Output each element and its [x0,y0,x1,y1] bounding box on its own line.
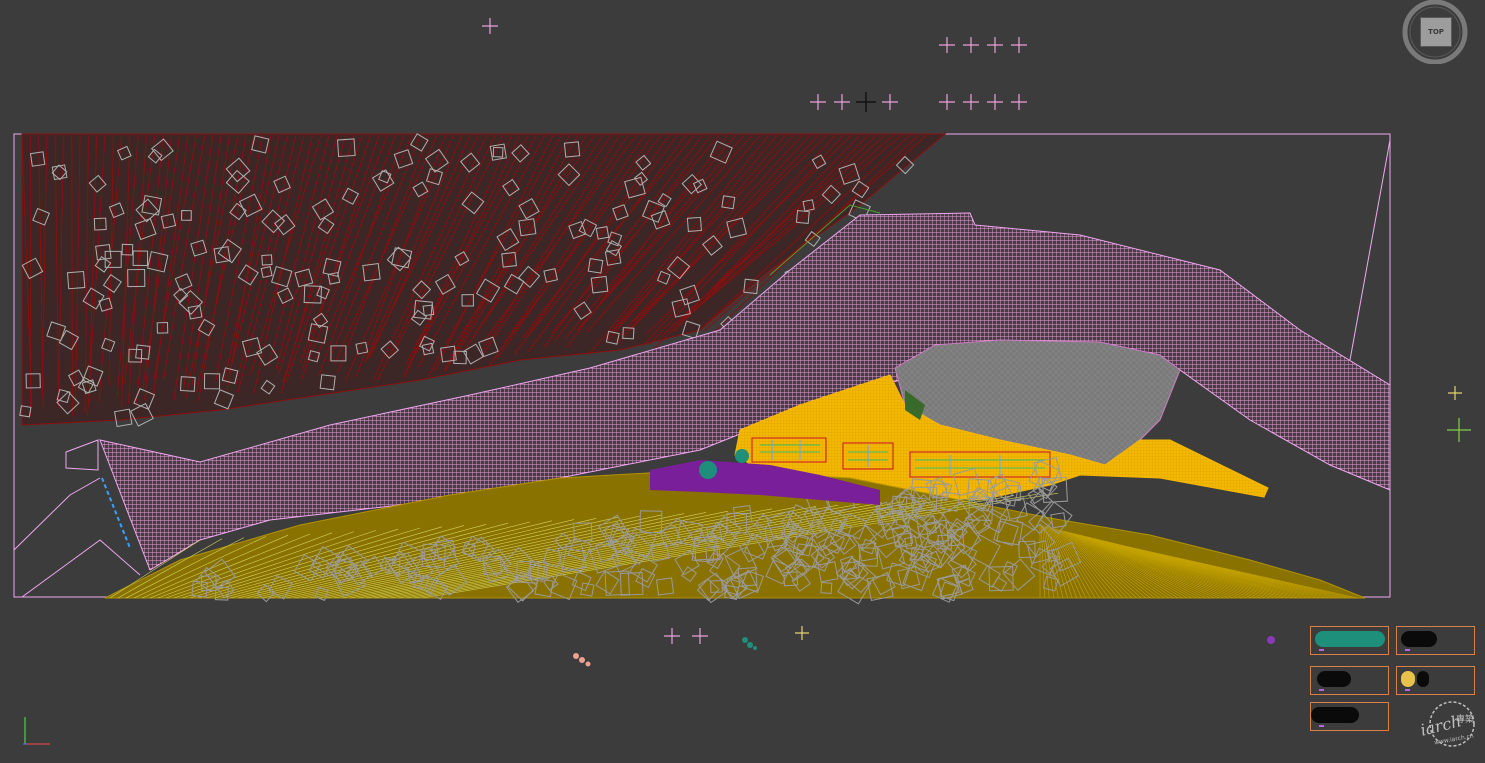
point-helper-icon[interactable] [987,37,1003,53]
point-helper-icon[interactable] [810,94,826,110]
point-helper-icon[interactable] [939,94,955,110]
green-cross[interactable] [1447,418,1471,442]
point-helper-icon[interactable] [834,94,850,110]
scene-canvas[interactable] [0,0,1485,763]
salmon-object[interactable] [573,653,591,667]
axis-gizmo-icon [23,717,50,745]
point-helper-icon[interactable] [1011,94,1027,110]
point-helper-icon[interactable] [963,37,979,53]
point-helper-icon[interactable] [882,94,898,110]
point-helper-icon[interactable] [482,18,498,34]
thumbnail-black-shrubs-2[interactable] [1310,666,1389,695]
dark-cross[interactable] [856,92,876,112]
teal-tree-1[interactable] [699,461,717,479]
viewport-top[interactable]: TOP iarch 專築 www.iarch.cn [0,0,1485,763]
viewcube-top-face[interactable]: TOP [1420,17,1452,47]
point-helper-icon[interactable] [692,628,708,644]
thumbnail-teal-trees[interactable] [1310,626,1389,655]
point-helper-icon[interactable] [963,94,979,110]
iarch-watermark-logo: iarch 專築 www.iarch.cn [1412,698,1484,750]
point-helper-icon[interactable] [987,94,1003,110]
point-helper-icon[interactable] [664,628,680,644]
viewcube-icon[interactable]: TOP [1402,0,1470,64]
watermark-cn: 專築 [1456,715,1475,725]
thumbnail-black-shrubs-1[interactable] [1396,626,1475,655]
teal-tree-2[interactable] [735,449,749,463]
point-helper-icon[interactable] [939,37,955,53]
purple-object[interactable] [1267,636,1275,644]
teal-object[interactable] [742,637,757,650]
thumbnail-yellow-shrub[interactable] [1396,666,1475,695]
point-helper-icon[interactable] [1011,37,1027,53]
thumbnail-black-shrubs-3[interactable] [1310,702,1389,731]
